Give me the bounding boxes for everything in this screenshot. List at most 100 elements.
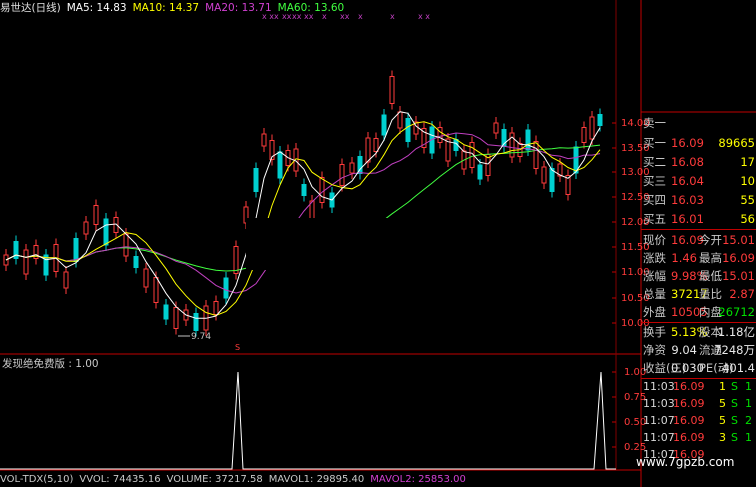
order-price: 16.03 — [671, 193, 704, 207]
ma10-label: MA10: 14.37 — [132, 2, 200, 14]
ma5-label: MA5: 14.83 — [66, 2, 127, 14]
stat-value: 0.030 — [671, 361, 704, 375]
candle-body — [589, 116, 595, 140]
candle-body — [597, 114, 603, 126]
order-volume: 89665 — [718, 136, 755, 150]
candle-body — [581, 127, 587, 143]
stat-label: 净资 — [643, 343, 666, 357]
candle-body — [193, 313, 199, 331]
candle-body — [153, 277, 159, 303]
divider — [641, 229, 756, 230]
candle-body — [233, 246, 239, 274]
candle-body — [173, 307, 179, 329]
tick-time: 11:03 — [643, 397, 675, 410]
stat-value: 26712 — [718, 305, 755, 319]
order-row[interactable]: 买五 16.01 56 — [641, 210, 756, 228]
stat-value: 2.87 — [729, 287, 755, 301]
stat-row: 涨幅 9.98% 最低 15.01 — [641, 267, 756, 285]
order-row[interactable]: 买一 16.09 89665 — [641, 134, 756, 152]
stat-label: 最低 — [699, 269, 722, 283]
candle-body — [397, 111, 403, 129]
svg-text:x: x — [390, 12, 395, 21]
order-volume: 56 — [740, 212, 755, 226]
vvol-value: VVOL: 74435.16 — [79, 474, 161, 485]
stat-label: 总量 — [643, 287, 666, 301]
stat-row: 净资 9.04 流通 7248万 — [641, 341, 756, 359]
watermark: www.7gpzb.com — [636, 455, 735, 469]
stat-label: 外盘 — [643, 305, 666, 319]
indicator-name: VOL-TDX(5,10) — [0, 474, 74, 485]
order-row[interactable]: 卖一 — [641, 114, 756, 132]
quote-panel: 卖一 买一 16.09 89665 买二 16.08 17 买三 16.04 1… — [641, 112, 756, 487]
order-label: 买二 — [643, 155, 666, 169]
candle-body — [365, 137, 371, 163]
tick-volume: 3 — [719, 431, 726, 444]
candle-body — [373, 138, 379, 152]
low-marker-label: 9.74 — [191, 332, 211, 342]
candle-body — [213, 301, 219, 315]
stat-label: 最高 — [699, 251, 722, 265]
order-row[interactable]: 买三 16.04 10 — [641, 172, 756, 190]
volume-value: VOLUME: 37217.58 — [166, 474, 263, 485]
stat-value: 1.46 — [671, 251, 697, 265]
order-label: 买一 — [643, 136, 666, 150]
order-row[interactable]: 买四 16.03 55 — [641, 191, 756, 209]
tick-row: 11:03 16.09 5 S 1 — [641, 396, 756, 412]
candle-body — [103, 218, 109, 246]
svg-text:x: x — [358, 12, 363, 21]
order-price: 16.08 — [671, 155, 704, 169]
candle-body — [143, 268, 149, 288]
stat-value: 15.01 — [722, 269, 755, 283]
candle-body — [339, 164, 345, 186]
stat-value: 37217 — [671, 287, 708, 301]
stat-value: 401.4 — [722, 361, 755, 375]
mavol2-value: MAVOL2: 25853.00 — [370, 474, 466, 485]
ma20-label: MA20: 13.71 — [205, 2, 272, 14]
stat-value: 9.98% — [671, 269, 708, 283]
tick-count: 1 — [745, 431, 752, 444]
candle-body — [381, 114, 387, 136]
stat-row: 换手 5.13% 股本 1.18亿 — [641, 323, 756, 341]
candle-body — [23, 249, 29, 275]
tick-price: 16.09 — [673, 414, 705, 427]
stat-row: 涨跌 1.46 最高 16.09 — [641, 249, 756, 267]
order-price: 16.01 — [671, 212, 704, 226]
order-label: 买三 — [643, 174, 666, 188]
ma60-label: MA60: 13.60 — [277, 2, 345, 14]
stat-value: 16.09 — [722, 251, 755, 265]
tick-price: 16.09 — [673, 431, 705, 444]
stat-row: 现价 16.09 今开 15.01 — [641, 231, 756, 249]
stat-label: 涨跌 — [643, 251, 666, 265]
stat-value: 10505 — [671, 305, 708, 319]
candle-body — [477, 164, 483, 180]
order-row[interactable]: 买二 16.08 17 — [641, 153, 756, 171]
stat-label: 现价 — [643, 233, 666, 247]
order-volume: 55 — [740, 193, 755, 207]
stat-row: 收益(三) 0.030 PE(动) 401.4 — [641, 359, 756, 377]
signal-s-marker: S — [235, 343, 240, 352]
candle-body — [93, 205, 99, 225]
candle-body — [133, 256, 139, 268]
candle-body — [301, 184, 307, 196]
order-label: 买五 — [643, 212, 666, 226]
candle-body — [277, 151, 283, 179]
volume-footer: VOL-TDX(5,10) VVOL: 74435.16 VOLUME: 37217… — [0, 474, 472, 485]
tick-volume: 5 — [719, 397, 726, 410]
stat-row: 总量 37217 量比 2.87 — [641, 285, 756, 303]
candlesticks — [3, 70, 603, 337]
candle-body — [319, 177, 325, 203]
candle-body — [541, 166, 547, 184]
indicator-title: 发现绝免费版 : 1.00 — [2, 358, 99, 370]
tick-volume: 1 — [719, 380, 726, 393]
order-volume: 10 — [740, 174, 755, 188]
stat-row: 外盘 10505 内盘 26712 — [641, 303, 756, 321]
stat-value: 16.09 — [671, 233, 704, 247]
tick-count: 1 — [745, 380, 752, 393]
tick-row: 11:07 16.09 3 S 1 — [641, 430, 756, 446]
stat-value: 9.04 — [671, 343, 697, 357]
chart-header: 易世达(日线) MA5: 14.83 MA10: 14.37 MA20: 13.71 M… — [0, 0, 350, 14]
indicator-line — [0, 371, 616, 470]
candle-body — [533, 141, 539, 169]
stat-label: 涨幅 — [643, 269, 666, 283]
tick-time: 11:07 — [643, 431, 675, 444]
